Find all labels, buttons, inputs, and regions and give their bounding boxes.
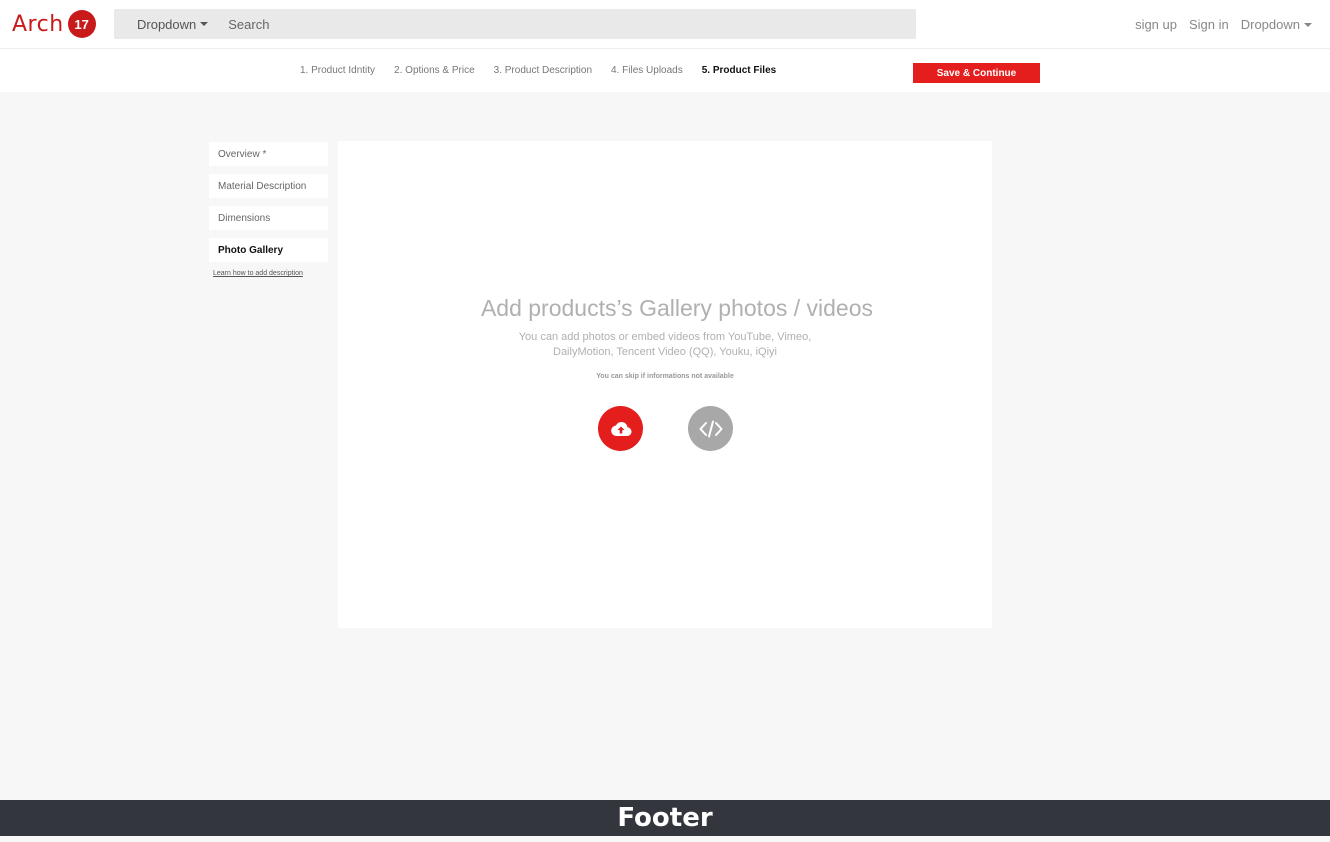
logo-badge: 17 (67, 10, 96, 38)
logo-text: Arch (12, 11, 64, 37)
upload-photo-button[interactable] (598, 406, 643, 451)
step-bar: 1. Product Idntity 2. Options & Price 3.… (0, 49, 1330, 92)
save-continue-button[interactable]: Save & Continue (913, 63, 1040, 83)
section-sidebar: Overview * Material Description Dimensio… (209, 142, 328, 277)
footer: Footer (0, 800, 1330, 836)
embed-video-button[interactable] (688, 406, 733, 451)
step-files-uploads[interactable]: 4. Files Uploads (611, 65, 683, 76)
step-product-files[interactable]: 5. Product Files (702, 65, 776, 76)
footer-label: Footer (617, 803, 713, 833)
sidebar-item-material-description[interactable]: Material Description (209, 174, 328, 198)
search-bar: Dropdown (114, 9, 916, 39)
chevron-down-icon (1304, 22, 1312, 27)
step-product-identity[interactable]: 1. Product Idntity (300, 65, 375, 76)
cloud-upload-icon (610, 421, 631, 436)
sidebar-item-dimensions[interactable]: Dimensions (209, 206, 328, 230)
gallery-panel: Add products’s Gallery photos / videos Y… (338, 141, 992, 628)
sidebar-item-photo-gallery[interactable]: Photo Gallery (209, 238, 328, 262)
search-category-dropdown[interactable]: Dropdown (137, 16, 209, 32)
search-category-label: Dropdown (137, 16, 197, 32)
search-input[interactable] (228, 16, 869, 32)
panel-title: Add products’s Gallery photos / videos (480, 295, 874, 321)
step-list: 1. Product Idntity 2. Options & Price 3.… (300, 65, 795, 76)
signin-link[interactable]: Sign in (1189, 17, 1229, 32)
sidebar-item-overview[interactable]: Overview * (209, 142, 328, 166)
user-dropdown-label: Dropdown (1240, 17, 1300, 32)
user-nav: sign up Sign in Dropdown (1135, 17, 1312, 32)
learn-description-link[interactable]: Learn how to add description (213, 270, 328, 277)
logo[interactable]: Arch 17 (12, 9, 96, 39)
user-dropdown[interactable]: Dropdown (1241, 17, 1312, 32)
panel-subtitle: You can add photos or embed videos from … (518, 331, 812, 358)
chevron-down-icon (200, 22, 209, 26)
skip-note: You can skip if informations not availab… (596, 373, 734, 380)
signup-link[interactable]: sign up (1135, 17, 1177, 32)
step-product-description[interactable]: 3. Product Description (494, 65, 592, 76)
code-embed-icon (699, 420, 722, 437)
top-navbar: Arch 17 Dropdown sign up Sign in Dropdow… (0, 0, 1330, 49)
step-options-price[interactable]: 2. Options & Price (394, 65, 475, 76)
